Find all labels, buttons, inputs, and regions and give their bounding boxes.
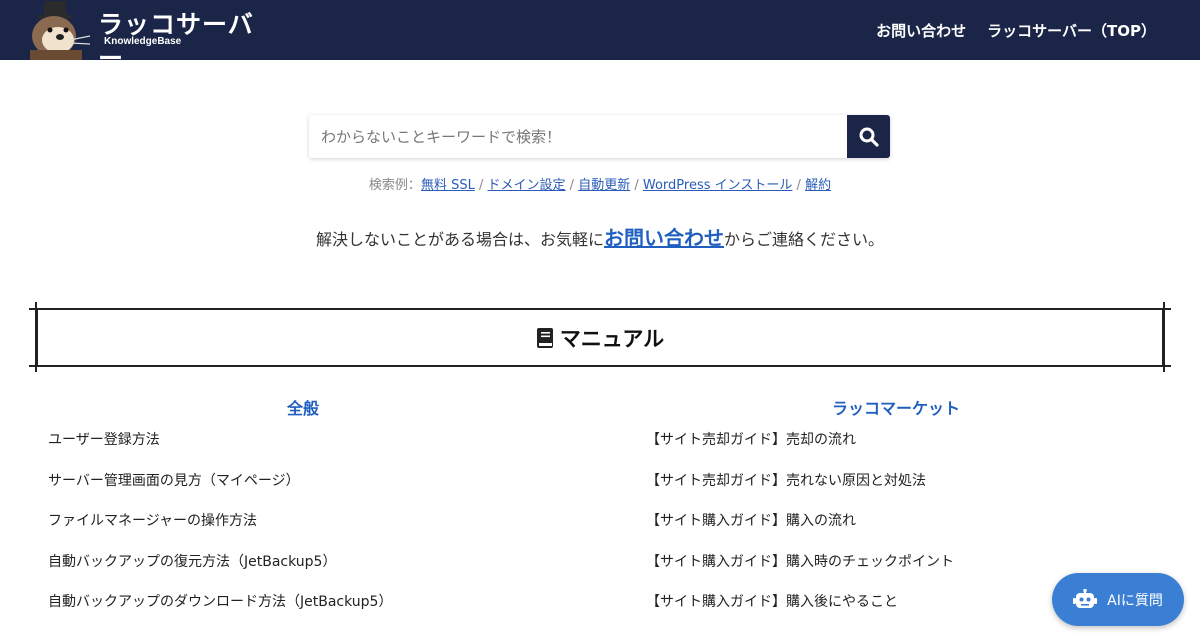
list-item[interactable]: ユーザー登録方法 [48,431,608,472]
nav-top-link[interactable]: ラッコサーバー（TOP） [987,20,1156,41]
nav-contact-link[interactable]: お問い合わせ [876,20,966,41]
search-bar [309,115,890,158]
example-link-domain[interactable]: ドメイン設定 [488,178,566,193]
example-link-cancel[interactable]: 解約 [805,178,831,193]
manual-section-header: マニュアル [36,308,1164,367]
list-item[interactable]: サーバー管理画面の見方（マイページ） [48,472,608,513]
list-item[interactable]: 自動バックアップのダウンロード方法（JetBackup5） [48,593,608,634]
list-item[interactable]: 【サイト購入ガイド】購入の流れ [646,512,1200,553]
example-separator: / [796,178,801,193]
contact-text-after: からご連絡ください。 [724,230,885,249]
contact-message: 解決しないことがある場合は、お気軽にお問い合わせからご連絡ください。 [0,222,1200,251]
site-logo[interactable]: ラッコサーバー KnowledgeBase [30,0,253,73]
frame-tick [35,302,37,372]
section-general: 全般 ユーザー登録方法 サーバー管理画面の見方（マイページ） ファイルマネージャ… [48,395,608,634]
frame-tick [1157,365,1171,367]
examples-prefix: 検索例： [368,178,421,193]
example-link-auto-renew[interactable]: 自動更新 [578,178,630,193]
manual-title: マニュアル [536,323,664,353]
contact-link[interactable]: お問い合わせ [604,226,724,250]
otter-mascot-icon [30,1,91,60]
example-link-wordpress[interactable]: WordPress インストール [643,178,793,193]
search-button[interactable] [847,115,890,158]
article-list: ユーザー登録方法 サーバー管理画面の見方（マイページ） ファイルマネージャーの操… [48,431,608,634]
manual-title-text: マニュアル [559,326,665,351]
list-item[interactable]: ファイルマネージャーの操作方法 [48,512,608,553]
section-heading-general[interactable]: 全般 [48,395,558,419]
search-icon [859,127,879,147]
robot-icon [1073,588,1098,608]
frame-tick [29,365,43,367]
example-separator: / [634,178,639,193]
example-link-ssl[interactable]: 無料 SSL [421,178,475,193]
site-header: ラッコサーバー KnowledgeBase お問い合わせ ラッコサーバー（TOP… [0,0,1200,73]
ai-chat-button[interactable]: AIに質問 [1052,573,1184,626]
ai-chat-label: AIに質問 [1107,592,1163,609]
brand-subtitle: KnowledgeBase [104,36,182,47]
frame-tick [29,308,43,310]
search-examples: 検索例：無料 SSL / ドメイン設定 / 自動更新 / WordPress イ… [0,174,1200,193]
example-separator: / [478,178,484,193]
list-item[interactable]: 【サイト売却ガイド】売れない原因と対処法 [646,472,1200,513]
list-item[interactable]: 【サイト売却ガイド】売却の流れ [646,431,1200,472]
search-input[interactable] [309,115,847,158]
list-item[interactable]: 自動バックアップの復元方法（JetBackup5） [48,553,608,594]
book-icon [536,327,553,348]
frame-tick [1157,308,1171,310]
header-nav: お問い合わせ ラッコサーバー（TOP） [876,0,1156,60]
frame-tick [1163,302,1165,372]
section-heading-market[interactable]: ラッコマーケット [646,395,1146,419]
example-separator: / [569,178,575,193]
contact-text-before: 解決しないことがある場合は、お気軽に [315,230,604,249]
